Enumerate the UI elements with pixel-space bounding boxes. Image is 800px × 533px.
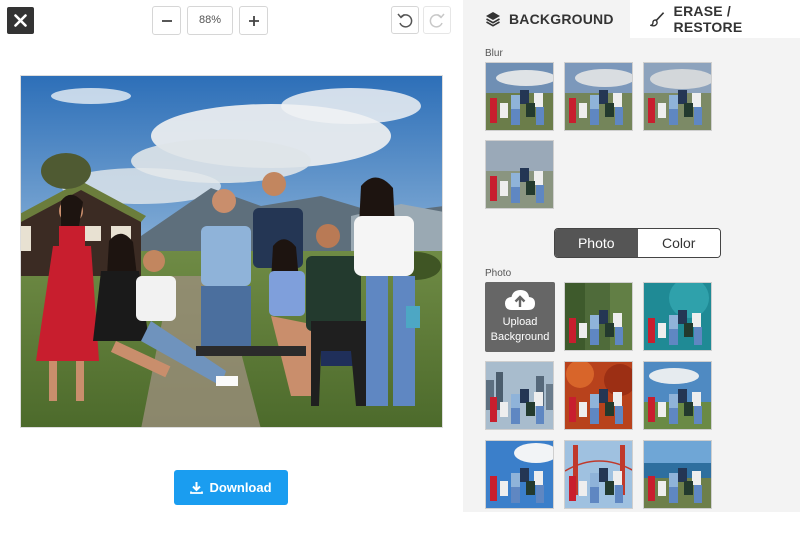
zoom-controls: 88% [152,6,268,36]
photo-background-thumbnail[interactable] [485,440,554,509]
zoom-out-button[interactable] [152,6,181,35]
tab-erase-label: ERASE / RESTORE [673,3,743,35]
photo-background-thumbnail[interactable] [564,361,633,430]
blur-preview-image [565,63,632,130]
blur-preview-image [486,63,553,130]
upload-label-line2: Background [490,331,550,343]
autumn-background-image [565,362,632,429]
history-controls [391,6,451,34]
plus-icon [248,15,259,26]
group-photo-image [21,76,442,427]
zoom-level[interactable]: 88% [187,6,233,35]
undo-icon [397,13,413,28]
toggle-photo[interactable]: Photo [555,229,638,257]
undo-button[interactable] [391,6,419,34]
tab-background-label: BACKGROUND [509,11,614,27]
redo-button[interactable] [423,6,451,34]
close-button[interactable] [7,7,34,34]
photo-color-toggle: Photo Color [554,228,721,258]
photo-background-thumbnail[interactable] [643,282,712,351]
redo-icon [429,13,445,28]
blur-thumbnail[interactable] [485,62,554,131]
download-label: Download [209,480,272,495]
tab-erase-restore[interactable]: ERASE / RESTORE [630,0,800,38]
upload-background-button[interactable]: Upload Background [485,282,555,352]
teal-background-image [644,283,711,350]
city-background-image [486,362,553,429]
photo-background-thumbnail[interactable] [485,361,554,430]
editing-canvas[interactable] [20,75,443,428]
blur-thumbnail[interactable] [564,62,633,131]
blur-thumbnail[interactable] [643,62,712,131]
background-panel: BACKGROUND ERASE / RESTORE Blur Photo Co… [463,0,800,512]
download-button[interactable]: Download [174,470,288,505]
close-icon [14,14,27,27]
cloud-upload-icon [505,290,535,310]
layers-icon [486,12,500,27]
coast-background-image [644,441,711,508]
photo-background-thumbnail[interactable] [643,361,712,430]
sky-background-image [644,362,711,429]
zoom-in-button[interactable] [239,6,268,35]
photo-background-thumbnail[interactable] [643,440,712,509]
download-icon [190,482,204,494]
editor-area: 88% Download [0,0,463,533]
blur-section-label: Blur [485,48,503,59]
cloudy-sky-background-image [486,441,553,508]
photo-background-thumbnail[interactable] [564,440,633,509]
forest-background-image [565,283,632,350]
tab-background[interactable]: BACKGROUND [463,0,630,38]
blur-preview-image [644,63,711,130]
bridge-background-image [565,441,632,508]
blur-thumbnail[interactable] [485,140,554,209]
toggle-color[interactable]: Color [637,229,720,257]
brush-icon [650,12,665,27]
photo-section-label: Photo [485,268,512,279]
upload-label-line1: Upload [502,316,538,328]
blur-preview-image [486,141,553,208]
photo-background-thumbnail[interactable] [564,282,633,351]
minus-icon [161,19,172,22]
panel-tabs: BACKGROUND ERASE / RESTORE [463,0,800,38]
